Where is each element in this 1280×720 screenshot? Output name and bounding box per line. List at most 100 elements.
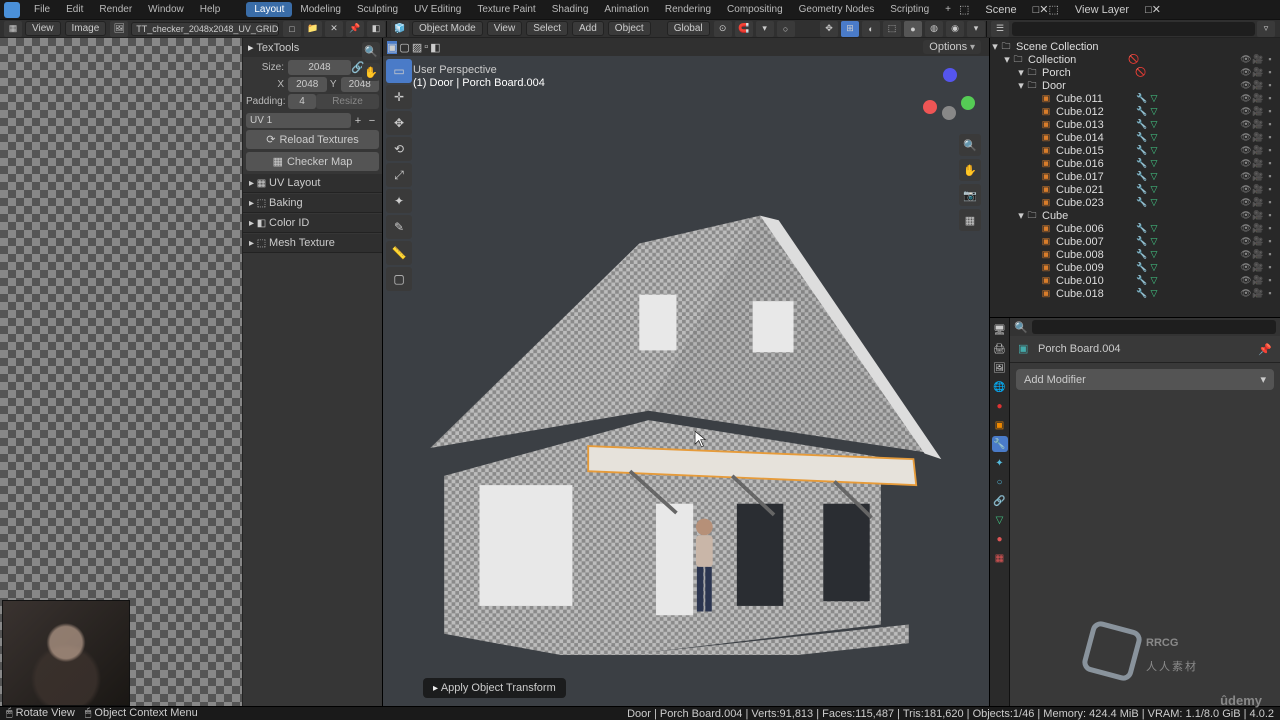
blender-logo-icon[interactable] [4,2,20,18]
snap-target-icon[interactable]: ▾ [756,21,774,37]
shading-material-icon[interactable]: ◍ [925,21,943,37]
uv-pin-icon[interactable]: 📌 [346,21,364,37]
object-name-label[interactable]: Porch Board.004 [1038,343,1121,355]
uv-editor-type-icon[interactable]: ▦ [4,21,22,37]
workspace-sculpting[interactable]: Sculpting [349,2,406,17]
checker-map-button[interactable]: ▦Checker Map [246,152,379,171]
output-tab-icon[interactable]: 🖨 [992,341,1008,357]
select-ext-icon[interactable]: ◧ [430,41,440,54]
uv-image-new-icon[interactable]: □ [283,21,301,37]
uv-image-open-icon[interactable]: 📁 [304,21,322,37]
outliner-object[interactable]: ▣Cube.014🔧▽👁🎥▪ [990,131,1280,144]
uv-image-name[interactable]: TT_checker_2048x2048_UV_GRID [131,22,279,36]
reload-textures-button[interactable]: ⟳Reload Textures [246,130,379,149]
size-field[interactable]: 2048 [288,60,351,75]
outliner-object[interactable]: ▣Cube.013🔧▽👁🎥▪ [990,118,1280,131]
outliner-object[interactable]: ▣Cube.010🔧▽👁🎥▪ [990,274,1280,287]
object-tab-icon[interactable]: ▣ [992,417,1008,433]
outliner-object[interactable]: ▣Cube.012🔧▽👁🎥▪ [990,105,1280,118]
uv-display-channels-icon[interactable]: ◧ [367,21,385,37]
outliner-object[interactable]: ▣Cube.006🔧▽👁🎥▪ [990,222,1280,235]
view-layer-new-icon[interactable]: □ [1145,4,1152,16]
particles-tab-icon[interactable]: ✦ [992,455,1008,471]
viewport-menu-select[interactable]: Select [526,21,568,36]
shading-wireframe-icon[interactable]: ⬚ [883,21,901,37]
menu-help[interactable]: Help [192,2,229,17]
outliner-root[interactable]: ▾🗀Scene Collection [990,40,1280,53]
mode-dropdown[interactable]: Object Mode [412,21,483,36]
workspace-texture-paint[interactable]: Texture Paint [469,2,543,17]
view-layer-delete-icon[interactable]: ✕ [1152,3,1161,16]
data-tab-icon[interactable]: ▽ [992,512,1008,528]
baking-section[interactable]: ▸ ⬚ Baking [243,194,382,213]
workspace-modeling[interactable]: Modeling [292,2,349,17]
viewport-canvas[interactable]: ▭ ✛ ✥ ⟲ ⤢ ✦ ✎ 📏 ▢ User Perspective (1) D… [383,56,989,706]
uv-layout-section[interactable]: ▸ ▦ UV Layout [243,174,382,193]
view-layer-dropdown-icon[interactable]: ⬚ [1048,3,1058,16]
snap-toggle-icon[interactable]: 🧲 [735,21,753,37]
outliner-object[interactable]: ▣Cube.015🔧▽👁🎥▪ [990,144,1280,157]
scene-dropdown-icon[interactable]: ⬚ [959,3,969,16]
overlay-toggle-icon[interactable]: ⊞ [841,21,859,37]
select-all-icon[interactable]: ▢ [399,41,409,54]
workspace-add[interactable]: + [937,2,959,17]
hand-icon[interactable]: ✋ [362,63,380,81]
uv-link-icon[interactable]: 🖼 [110,21,128,37]
camera-view-icon[interactable]: 📷 [959,184,981,206]
view-layer-name[interactable]: View Layer [1059,3,1145,17]
menu-render[interactable]: Render [91,2,140,17]
outliner-search-input[interactable] [1012,22,1255,36]
props-search-input[interactable] [1032,320,1276,334]
zoom-icon[interactable]: 🔍 [959,134,981,156]
outliner-object[interactable]: ▣Cube.011🔧▽👁🎥▪ [990,92,1280,105]
scene-name[interactable]: Scene [969,3,1032,17]
mesh-texture-section[interactable]: ▸ ⬚ Mesh Texture [243,234,382,253]
physics-tab-icon[interactable]: ○ [992,474,1008,490]
select-invert-icon[interactable]: ▨ [412,41,422,54]
world-tab-icon[interactable]: ● [992,398,1008,414]
uv-remove-icon[interactable]: − [365,115,379,127]
add-modifier-button[interactable]: Add Modifier▾ [1016,369,1274,390]
padding-field[interactable]: 4 [288,94,316,109]
view-layer-tab-icon[interactable]: 🖼 [992,360,1008,376]
pin-props-icon[interactable]: 📌 [1258,343,1272,356]
outliner-object[interactable]: ▣Cube.021🔧▽👁🎥▪ [990,183,1280,196]
pivot-icon[interactable]: ⊙ [714,21,732,37]
uv-image-unlink-icon[interactable]: ✕ [325,21,343,37]
outliner-object[interactable]: ▣Cube.017🔧▽👁🎥▪ [990,170,1280,183]
last-operator-popup[interactable]: ▸ Apply Object Transform [423,678,566,698]
color-id-section[interactable]: ▸ ◧ Color ID [243,214,382,233]
viewport-menu-view[interactable]: View [487,21,523,36]
outliner-object[interactable]: ▣Cube.009🔧▽👁🎥▪ [990,261,1280,274]
cursor-tool[interactable]: ✛ [386,85,412,109]
texture-tab-icon[interactable]: ▦ [992,550,1008,566]
workspace-geometry-nodes[interactable]: Geometry Nodes [791,2,883,17]
workspace-scripting[interactable]: Scripting [882,2,937,17]
gizmo-toggle-icon[interactable]: ✥ [820,21,838,37]
pan-icon[interactable]: ✋ [959,159,981,181]
select-box-tool[interactable]: ▭ [386,59,412,83]
viewport-menu-object[interactable]: Object [608,21,651,36]
workspace-shading[interactable]: Shading [544,2,597,17]
outliner-object[interactable]: ▣Cube.008🔧▽👁🎥▪ [990,248,1280,261]
modifier-tab-icon[interactable]: 🔧 [992,436,1008,452]
select-none-icon[interactable]: ▫ [424,41,428,53]
transform-orientation[interactable]: Global [667,21,710,36]
viewport-nav-gizmo[interactable] [921,66,977,122]
outliner-object[interactable]: ▣Cube.018🔧▽👁🎥▪ [990,287,1280,300]
outliner-type-icon[interactable]: ☰ [991,21,1009,37]
shading-options-icon[interactable]: ▾ [967,21,985,37]
scene-tab-icon[interactable]: 🌐 [992,379,1008,395]
workspace-uv-editing[interactable]: UV Editing [406,2,469,17]
shading-rendered-icon[interactable]: ◉ [946,21,964,37]
perspective-toggle-icon[interactable]: ▦ [959,209,981,231]
viewport-type-icon[interactable]: 🧊 [391,21,409,37]
select-visible-icon[interactable]: ▣ [387,41,397,54]
menu-window[interactable]: Window [140,2,192,17]
workspace-compositing[interactable]: Compositing [719,2,791,17]
outliner-filter-icon[interactable]: ▿ [1257,21,1275,37]
move-tool[interactable]: ✥ [386,111,412,135]
uv-channel-dropdown[interactable]: UV 1 [246,113,351,128]
xray-toggle-icon[interactable]: ◐ [862,21,880,37]
menu-edit[interactable]: Edit [58,2,91,17]
